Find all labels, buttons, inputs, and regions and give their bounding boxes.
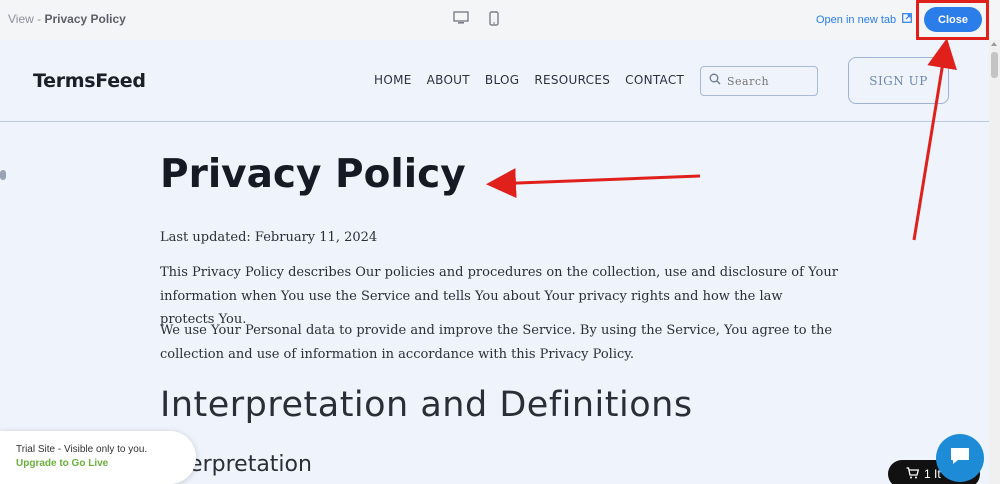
view-title: View - Privacy Policy	[8, 12, 126, 26]
nav-item-about[interactable]: ABOUT	[427, 73, 470, 87]
nav-item-blog[interactable]: BLOG	[485, 73, 519, 87]
page-title: Privacy Policy	[160, 152, 466, 197]
search-input[interactable]	[727, 74, 807, 88]
external-link-icon	[902, 13, 913, 26]
main-nav: HOME ABOUT BLOG RESOURCES CONTACT	[374, 73, 684, 87]
left-resize-handle[interactable]	[0, 170, 6, 180]
nav-item-contact[interactable]: CONTACT	[625, 73, 684, 87]
scroll-up-arrow-icon[interactable]	[991, 42, 997, 46]
cart-icon	[906, 466, 920, 482]
data-usage-paragraph: We use Your Personal data to provide and…	[160, 323, 833, 362]
desktop-view-icon[interactable]	[453, 11, 469, 30]
chat-button[interactable]	[936, 434, 984, 482]
close-button[interactable]: Close	[924, 7, 982, 32]
open-in-new-tab-link[interactable]: Open in new tab	[816, 13, 913, 26]
scrollbar[interactable]	[989, 40, 1000, 484]
scroll-thumb[interactable]	[991, 52, 998, 78]
nav-item-home[interactable]: HOME	[374, 73, 412, 87]
view-prefix: View -	[8, 12, 45, 26]
last-updated: Last updated: February 11, 2024	[160, 230, 378, 245]
trial-notice: Trial Site - Visible only to you.	[16, 444, 148, 455]
site-preview-frame: TermsFeed HOME ABOUT BLOG RESOURCES CONT…	[0, 40, 989, 484]
preview-toolbar: View - Privacy Policy Open in new tab Cl…	[0, 0, 1000, 40]
nav-item-resources[interactable]: RESOURCES	[534, 73, 610, 87]
sign-up-button[interactable]: SIGN UP	[848, 57, 949, 104]
open-in-new-tab-label: Open in new tab	[816, 13, 897, 26]
search-icon	[709, 72, 721, 90]
trial-banner: Trial Site - Visible only to you. Upgrad…	[0, 431, 196, 484]
upgrade-link[interactable]: Upgrade to Go Live	[16, 458, 196, 469]
search-box[interactable]	[700, 66, 818, 96]
site-header: TermsFeed HOME ABOUT BLOG RESOURCES CONT…	[0, 40, 989, 122]
section-heading: Interpretation and Definitions	[160, 385, 693, 425]
mobile-view-icon[interactable]	[489, 11, 499, 31]
view-page-name: Privacy Policy	[44, 12, 126, 26]
site-logo[interactable]: TermsFeed	[33, 70, 146, 92]
chat-bubble-icon	[948, 445, 972, 472]
